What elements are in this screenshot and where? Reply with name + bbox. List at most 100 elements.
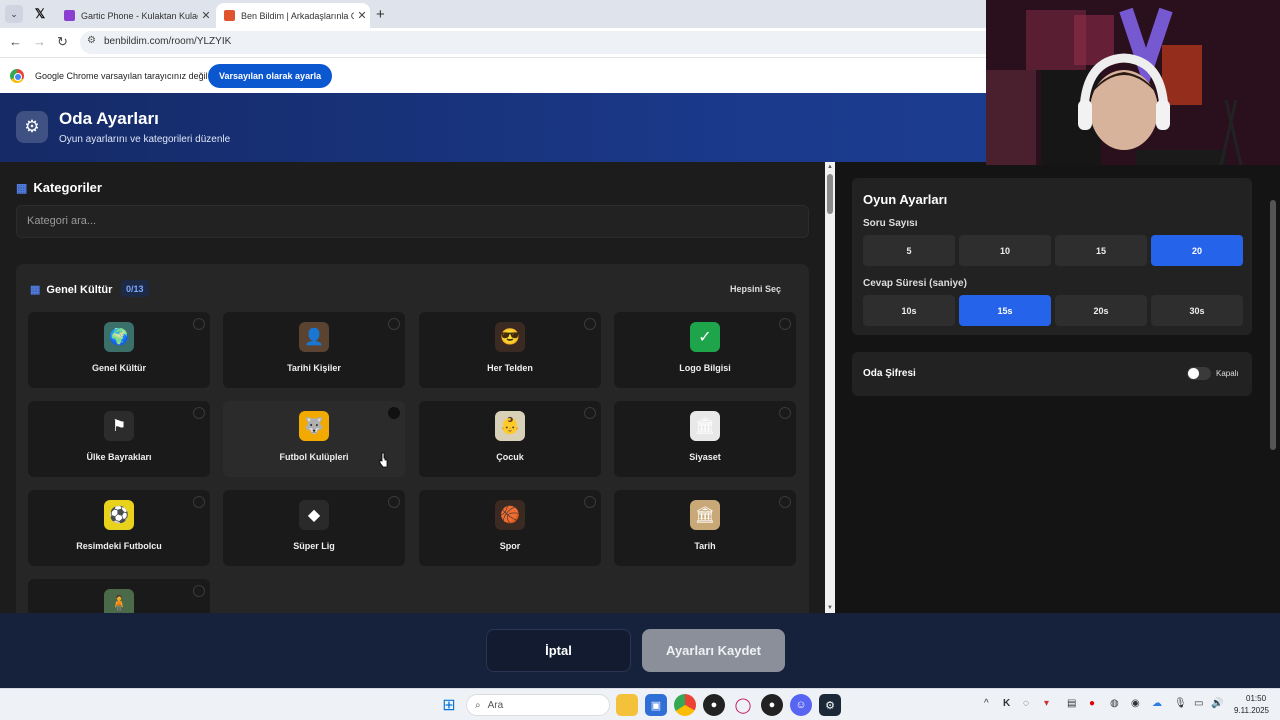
save-settings-button[interactable]: Ayarları Kaydet — [642, 629, 785, 672]
tray-monitor-icon[interactable]: ▤ — [1067, 698, 1076, 709]
settings-footer: İptal Ayarları Kaydet — [0, 613, 1280, 688]
category-card[interactable]: 👤 Tarihi Kişiler — [223, 312, 405, 388]
opera-icon[interactable]: ◯ — [732, 694, 754, 716]
reload-icon[interactable]: ↻ — [57, 34, 68, 50]
windows-taskbar: ⊞ ⌕ Ara ▣ ● ◯ ● ☺ ⚙ ^ K ◌ ▾ ▤ ● ◍ ◉ ☁ 🎙 … — [0, 688, 1280, 720]
room-password-state: Kapalı — [1216, 369, 1239, 378]
answer-time-option[interactable]: 20s — [1055, 295, 1147, 326]
category-card[interactable]: 🏀 Spor — [419, 490, 601, 566]
new-tab-icon[interactable]: + — [376, 6, 385, 23]
category-label: Futbol Kulüpleri — [279, 452, 349, 462]
close-tab-icon[interactable]: ✕ — [354, 9, 370, 22]
category-select-radio[interactable] — [193, 585, 205, 597]
select-all-button[interactable]: Hepsini Seç — [730, 284, 781, 294]
file-explorer-icon[interactable] — [616, 694, 638, 716]
category-select-radio[interactable] — [193, 407, 205, 419]
obs-alt-icon[interactable]: ● — [761, 694, 783, 716]
categories-scrollbar[interactable]: ▲ ▼ — [825, 162, 835, 613]
category-label: Tarihi Kişiler — [287, 363, 341, 373]
network-icon[interactable]: ▭ — [1194, 698, 1203, 709]
windows-start-icon[interactable]: ⊞ — [438, 694, 460, 716]
category-card[interactable]: 👶 Çocuk — [419, 401, 601, 477]
set-default-button[interactable]: Varsayılan olarak ayarla — [208, 64, 333, 88]
obs-icon[interactable]: ● — [703, 694, 725, 716]
gartic-favicon-icon — [64, 10, 75, 21]
child-icon: 👶 — [495, 411, 525, 441]
figure-icon: 🧍 — [104, 589, 134, 613]
clock-time[interactable]: 01:50 — [1246, 694, 1266, 703]
category-select-radio[interactable] — [388, 407, 400, 419]
category-card[interactable]: 🌍 Genel Kültür — [28, 312, 210, 388]
browser-toolbar: ← → ↻ ⚙ benbildim.com/room/YLZYIK — [0, 28, 986, 57]
sports-balls-icon: 🏀 — [495, 500, 525, 530]
category-select-radio[interactable] — [584, 318, 596, 330]
store-icon[interactable]: ▣ — [645, 694, 667, 716]
category-card[interactable]: 🐺 Futbol Kulüpleri — [223, 401, 405, 477]
tab-search-button[interactable]: ⌄ — [5, 5, 23, 23]
chrome-taskbar-icon[interactable] — [674, 694, 696, 716]
discord-icon[interactable]: ☺ — [790, 694, 812, 716]
categories-heading: ▦ Kategoriler — [16, 180, 102, 195]
question-count-option[interactable]: 15 — [1055, 235, 1147, 266]
x-tab-icon[interactable]: 𝕏 — [32, 6, 48, 22]
taskbar-search[interactable]: ⌕ Ara — [466, 694, 610, 716]
category-card[interactable]: 🏛 Siyaset — [614, 401, 796, 477]
browser-tab-strip: ⌄ 𝕏 Gartic Phone - Kulaktan Kulağa ✕ Ben… — [0, 0, 986, 28]
default-browser-infobar: Google Chrome varsayılan tarayıcınız değ… — [0, 57, 986, 93]
tray-steam-icon[interactable]: ◍ — [1110, 698, 1119, 709]
scroll-down-icon[interactable]: ▼ — [827, 605, 833, 611]
category-select-radio[interactable] — [388, 318, 400, 330]
tab-gartic-phone[interactable]: Gartic Phone - Kulaktan Kulağa ✕ — [56, 3, 214, 28]
tray-obs-icon[interactable]: ◉ — [1131, 698, 1140, 709]
scroll-up-icon[interactable]: ▲ — [827, 164, 833, 170]
back-icon[interactable]: ← — [9, 34, 22, 49]
answer-time-option[interactable]: 10s — [863, 295, 955, 326]
section-title-label: Genel Kültür — [46, 283, 113, 296]
category-select-radio[interactable] — [193, 496, 205, 508]
category-label: Süper Lig — [293, 541, 335, 551]
search-icon: ⌕ — [475, 699, 481, 711]
category-card[interactable]: 🧍 — [28, 579, 210, 613]
forward-icon[interactable]: → — [33, 34, 46, 49]
category-select-radio[interactable] — [193, 318, 205, 330]
category-select-radio[interactable] — [779, 407, 791, 419]
scroll-thumb[interactable] — [827, 174, 833, 214]
tray-app-icon[interactable]: ◌ — [1023, 698, 1029, 709]
tab-ben-bildim[interactable]: Ben Bildim | Arkadaşlarınla Onli ✕ — [216, 3, 370, 28]
tray-shield-icon[interactable]: ▾ — [1044, 698, 1049, 709]
tray-chevron-icon[interactable]: ^ — [984, 698, 989, 709]
category-card[interactable]: ✓ Logo Bilgisi — [614, 312, 796, 388]
question-count-option[interactable]: 10 — [959, 235, 1051, 266]
volume-icon[interactable]: 🔊 — [1211, 698, 1223, 709]
question-count-option[interactable]: 5 — [863, 235, 955, 266]
kick-icon[interactable]: K — [1003, 698, 1010, 709]
building-icon: ▦ — [30, 284, 41, 296]
close-tab-icon[interactable]: ✕ — [198, 9, 214, 22]
steam-icon[interactable]: ⚙ — [819, 694, 841, 716]
category-select-radio[interactable] — [779, 496, 791, 508]
tray-record-icon[interactable]: ● — [1089, 698, 1095, 709]
category-card[interactable]: ⚽ Resimdeki Futbolcu — [28, 490, 210, 566]
game-settings-card: Oyun Ayarları Soru Sayısı 5 10 15 20 Cevap … — [852, 178, 1252, 335]
category-search-input[interactable]: Kategori ara... — [16, 205, 809, 238]
clock-date[interactable]: 9.11.2025 — [1234, 706, 1269, 715]
address-bar[interactable]: ⚙ benbildim.com/room/YLZYIK — [80, 31, 986, 54]
site-info-icon[interactable]: ⚙ — [87, 35, 96, 46]
category-card[interactable]: 🏛 Tarih — [614, 490, 796, 566]
category-card[interactable]: 😎 Her Telden — [419, 312, 601, 388]
category-card[interactable]: ◆ Süper Lig — [223, 490, 405, 566]
category-card[interactable]: ⚑ Ülke Bayrakları — [28, 401, 210, 477]
cancel-button[interactable]: İptal — [486, 629, 631, 672]
answer-time-option[interactable]: 30s — [1151, 295, 1243, 326]
category-select-radio[interactable] — [584, 496, 596, 508]
question-count-option[interactable]: 20 — [1151, 235, 1243, 266]
page-scrollbar[interactable] — [1270, 200, 1276, 450]
category-label: Çocuk — [496, 452, 524, 462]
category-select-radio[interactable] — [388, 496, 400, 508]
category-select-radio[interactable] — [584, 407, 596, 419]
room-password-toggle[interactable] — [1187, 367, 1211, 380]
microphone-icon[interactable]: 🎙 — [1174, 698, 1187, 709]
category-select-radio[interactable] — [779, 318, 791, 330]
answer-time-option[interactable]: 15s — [959, 295, 1051, 326]
tray-cloud-icon[interactable]: ☁ — [1152, 698, 1162, 709]
